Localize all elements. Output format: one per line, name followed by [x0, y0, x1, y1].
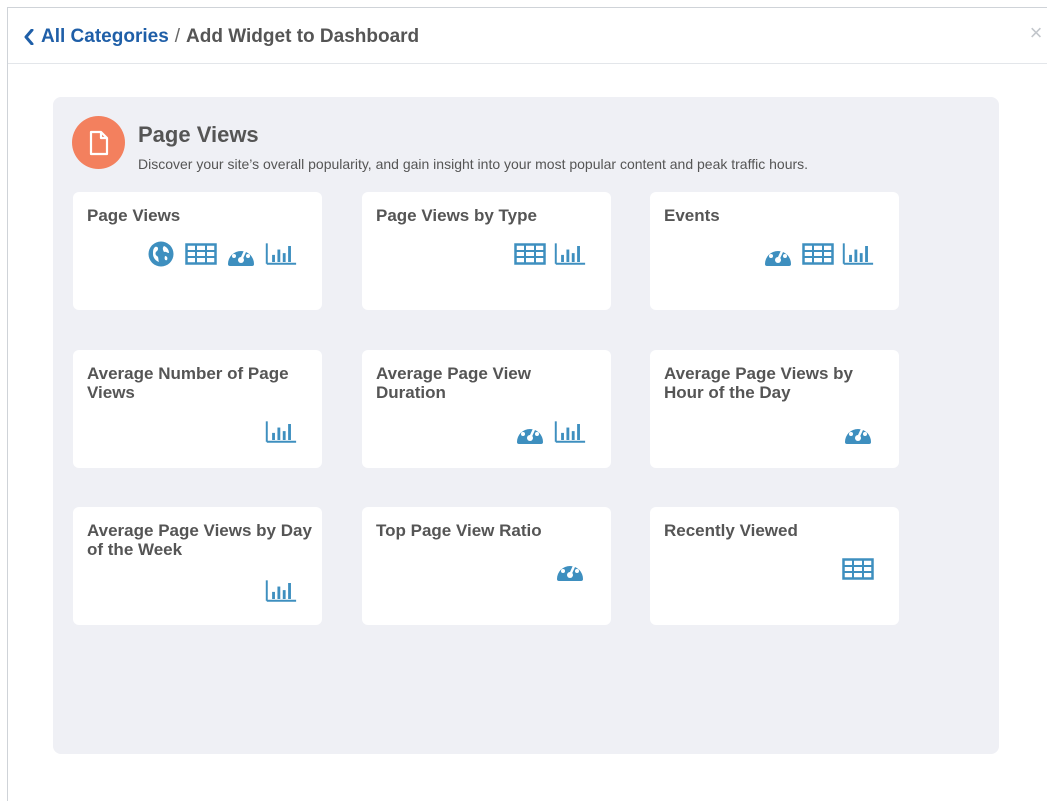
widget-visualization-options	[265, 577, 297, 605]
back-to-categories-link[interactable]: All Categories	[23, 26, 169, 48]
widget-card[interactable]: Average Number of Page Views	[73, 350, 322, 468]
widget-visualization-options	[762, 240, 874, 268]
widget-title: Events	[664, 206, 720, 225]
widget-card[interactable]: Page Views	[73, 192, 322, 310]
widget-title: Recently Viewed	[664, 521, 798, 540]
document-icon	[72, 116, 125, 169]
widget-title: Page Views by Type	[376, 206, 537, 225]
bar-chart-icon[interactable]	[265, 240, 297, 268]
widget-title: Top Page View Ratio	[376, 521, 542, 540]
widget-card[interactable]: Average Page Views by Day of the Week	[73, 507, 322, 625]
widget-visualization-options	[842, 418, 874, 446]
table-icon[interactable]	[514, 240, 546, 268]
back-link-label: All Categories	[41, 26, 169, 47]
breadcrumb: All Categories / Add Widget to Dashboard	[23, 26, 419, 48]
widget-card[interactable]: Events	[650, 192, 899, 310]
chevron-left-icon	[24, 29, 34, 45]
category-panel: Page Views Discover your site’s overall …	[53, 97, 999, 754]
widget-visualization-options	[265, 418, 297, 446]
gauge-icon[interactable]	[514, 418, 546, 446]
widget-title: Average Page Views by Hour of the Day	[664, 364, 853, 402]
category-description: Discover your site’s overall popularity,…	[138, 156, 809, 172]
table-icon[interactable]	[842, 555, 874, 583]
bar-chart-icon[interactable]	[265, 577, 297, 605]
widget-card[interactable]: Average Page View Duration	[362, 350, 611, 468]
widget-visualization-options	[514, 240, 586, 268]
widget-visualization-options	[842, 555, 874, 583]
add-widget-dialog: All Categories / Add Widget to Dashboard…	[7, 7, 1047, 801]
widget-title: Average Number of Page Views	[87, 364, 289, 402]
bar-chart-icon[interactable]	[265, 418, 297, 446]
widget-card[interactable]: Recently Viewed	[650, 507, 899, 625]
dialog-header: All Categories / Add Widget to Dashboard…	[8, 8, 1047, 64]
gauge-icon[interactable]	[554, 555, 586, 583]
widget-visualization-options	[145, 240, 297, 268]
breadcrumb-current: Add Widget to Dashboard	[186, 26, 420, 47]
bar-chart-icon[interactable]	[554, 240, 586, 268]
breadcrumb-separator: /	[174, 26, 181, 47]
table-icon[interactable]	[802, 240, 834, 268]
table-icon[interactable]	[185, 240, 217, 268]
widget-visualization-options	[554, 555, 586, 583]
widget-title: Average Page View Duration	[376, 364, 531, 402]
gauge-icon[interactable]	[762, 240, 794, 268]
bar-chart-icon[interactable]	[554, 418, 586, 446]
gauge-icon[interactable]	[225, 240, 257, 268]
widget-card[interactable]: Average Page Views by Hour of the Day	[650, 350, 899, 468]
widget-visualization-options	[514, 418, 586, 446]
close-button[interactable]: ×	[1027, 22, 1045, 44]
gauge-icon[interactable]	[842, 418, 874, 446]
category-title: Page Views	[138, 122, 259, 147]
bar-chart-icon[interactable]	[842, 240, 874, 268]
widget-card[interactable]: Top Page View Ratio	[362, 507, 611, 625]
widget-title: Average Page Views by Day of the Week	[87, 521, 312, 559]
widget-card[interactable]: Page Views by Type	[362, 192, 611, 310]
globe-icon[interactable]	[145, 240, 177, 268]
widget-title: Page Views	[87, 206, 181, 225]
